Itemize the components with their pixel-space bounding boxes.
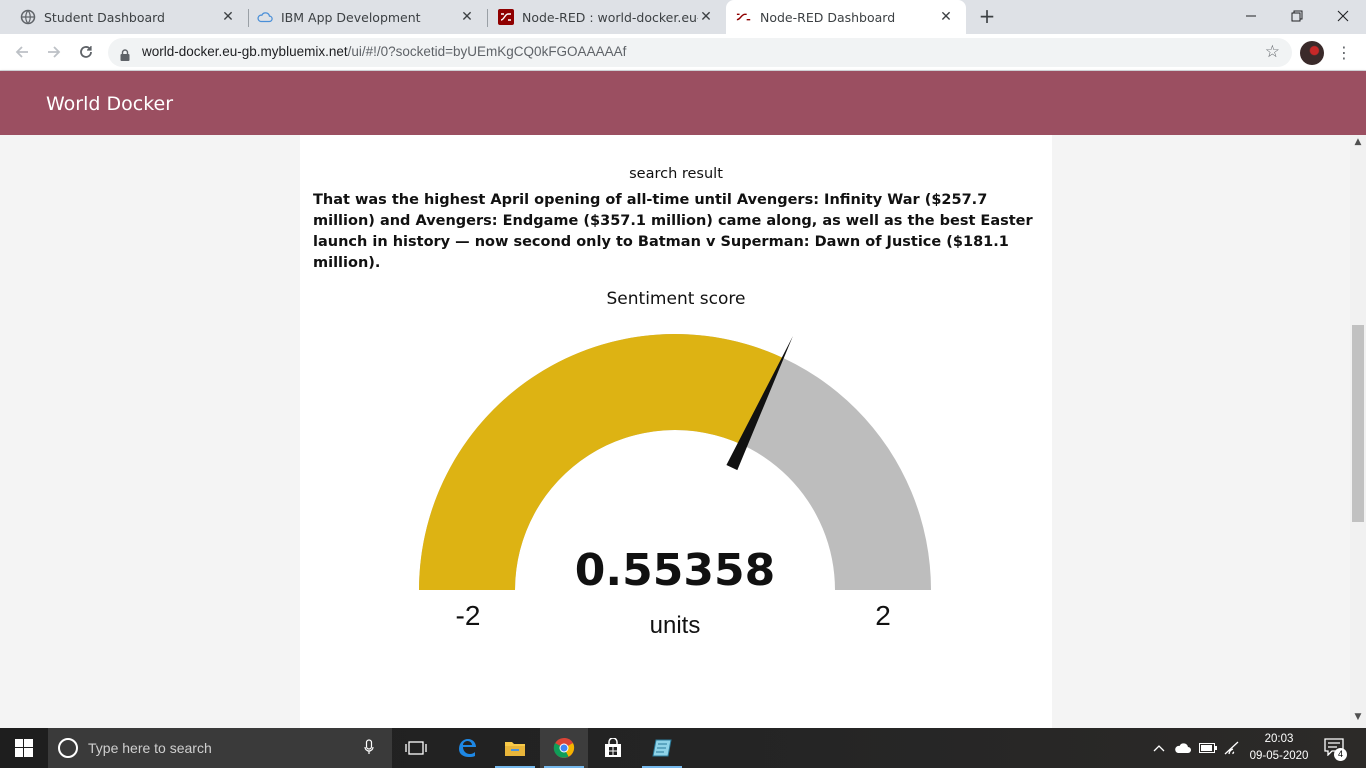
back-button[interactable] (10, 40, 34, 64)
close-window-button[interactable] (1320, 0, 1366, 32)
edge-icon (459, 739, 476, 757)
sentiment-gauge: 0.55358 units -2 2 (419, 334, 931, 639)
lock-icon[interactable] (120, 46, 130, 65)
task-view-button[interactable] (392, 728, 440, 768)
app-taskbar-button[interactable] (638, 728, 686, 768)
onedrive-cloud-icon[interactable] (1172, 728, 1194, 768)
cloud-icon (257, 9, 273, 25)
gauge-max-label: 2 (875, 600, 891, 631)
page-scrollbar[interactable]: ▲ ▼ (1350, 135, 1366, 728)
forward-button[interactable] (42, 40, 66, 64)
store-taskbar-button[interactable] (589, 728, 637, 768)
tab-node-red-editor[interactable]: Node-RED : world-docker.eu-gb.mybluemix.… (488, 0, 726, 34)
arrow-right-icon (48, 46, 61, 58)
bookmark-star-icon[interactable]: ☆ (1265, 42, 1280, 62)
task-view-icon (405, 741, 427, 755)
gauge-min-label: -2 (456, 600, 481, 631)
restore-button[interactable] (1274, 0, 1320, 32)
battery-icon[interactable] (1198, 728, 1218, 768)
tray-chevron-up-icon[interactable] (1150, 728, 1168, 768)
page-title: World Docker (46, 93, 174, 115)
start-button[interactable] (0, 728, 48, 768)
close-icon[interactable]: ✕ (459, 9, 475, 25)
node-red-icon (498, 9, 514, 25)
arrow-left-icon (15, 46, 28, 58)
chrome-taskbar-button[interactable] (540, 728, 588, 768)
dashboard-content: search result That was the highest April… (0, 135, 1350, 728)
scrollbar-thumb[interactable] (1352, 325, 1364, 522)
edge-taskbar-button[interactable] (443, 728, 491, 768)
menu-kebab-icon[interactable]: ⋮ (1336, 42, 1352, 62)
tab-node-red-dashboard[interactable]: Node-RED Dashboard ✕ (726, 0, 966, 34)
scroll-up-arrow-icon[interactable]: ▲ (1350, 137, 1366, 151)
address-bar[interactable]: world-docker.eu-gb.mybluemix.net/ui/#!/0… (108, 38, 1292, 67)
tab-title: IBM App Development (281, 9, 421, 25)
chrome-icon (553, 737, 575, 758)
close-icon[interactable]: ✕ (698, 9, 714, 25)
reload-button[interactable] (74, 40, 98, 64)
gauge-units: units (650, 612, 701, 639)
windows-logo-icon (15, 739, 33, 757)
gauge-value: 0.55358 (575, 545, 775, 596)
windows-taskbar: Type here to search 20:03 09-05-2020 (0, 728, 1366, 768)
tab-strip: Student Dashboard ✕ IBM App Development … (0, 0, 1366, 34)
tab-title: Student Dashboard (44, 9, 165, 25)
tab-student-dashboard[interactable]: Student Dashboard ✕ (0, 0, 248, 34)
url-path: /ui/#!/0?socketid=byUEmKgCQ0kFGOAAAAAf (347, 44, 627, 59)
close-icon[interactable]: ✕ (220, 9, 236, 25)
taskbar-clock[interactable]: 20:03 09-05-2020 (1244, 731, 1314, 765)
dashboard-card: search result That was the highest April… (300, 135, 1052, 728)
notification-count-badge: 4 (1334, 748, 1347, 761)
tab-title: Node-RED Dashboard (760, 9, 896, 25)
clock-time: 20:03 (1264, 733, 1294, 745)
minimize-button[interactable] (1228, 0, 1274, 32)
taskbar-search-box[interactable]: Type here to search (48, 728, 392, 768)
cortana-icon (58, 738, 78, 758)
wifi-icon[interactable] (1222, 728, 1242, 768)
search-result-text: That was the highest April opening of al… (313, 192, 1033, 271)
globe-icon (20, 9, 36, 25)
search-placeholder: Type here to search (88, 740, 212, 756)
reload-icon (80, 46, 92, 58)
scroll-down-arrow-icon[interactable]: ▼ (1350, 712, 1366, 726)
clock-date: 09-05-2020 (1249, 750, 1309, 762)
tab-title: Node-RED : world-docker.eu-gb.mybluemix.… (522, 9, 698, 25)
folder-icon (505, 742, 525, 756)
microphone-icon[interactable] (364, 739, 374, 759)
new-tab-button[interactable]: + (976, 4, 998, 28)
file-explorer-button[interactable] (491, 728, 539, 768)
store-bag-icon (605, 738, 621, 757)
url-text: world-docker.eu-gb.mybluemix.net/ui/#!/0… (142, 44, 626, 59)
gauge-title: Sentiment score (606, 289, 746, 309)
browser-toolbar: world-docker.eu-gb.mybluemix.net/ui/#!/0… (0, 34, 1366, 71)
node-red-icon (736, 9, 752, 25)
search-result-label: search result (629, 166, 723, 182)
url-host: world-docker.eu-gb.mybluemix.net (142, 44, 348, 59)
dashboard-header: World Docker (0, 71, 1366, 135)
notepad-app-icon (652, 739, 672, 757)
tab-ibm-app-development[interactable]: IBM App Development ✕ (249, 0, 487, 34)
close-icon[interactable]: ✕ (938, 9, 954, 25)
profile-avatar[interactable] (1300, 41, 1324, 65)
